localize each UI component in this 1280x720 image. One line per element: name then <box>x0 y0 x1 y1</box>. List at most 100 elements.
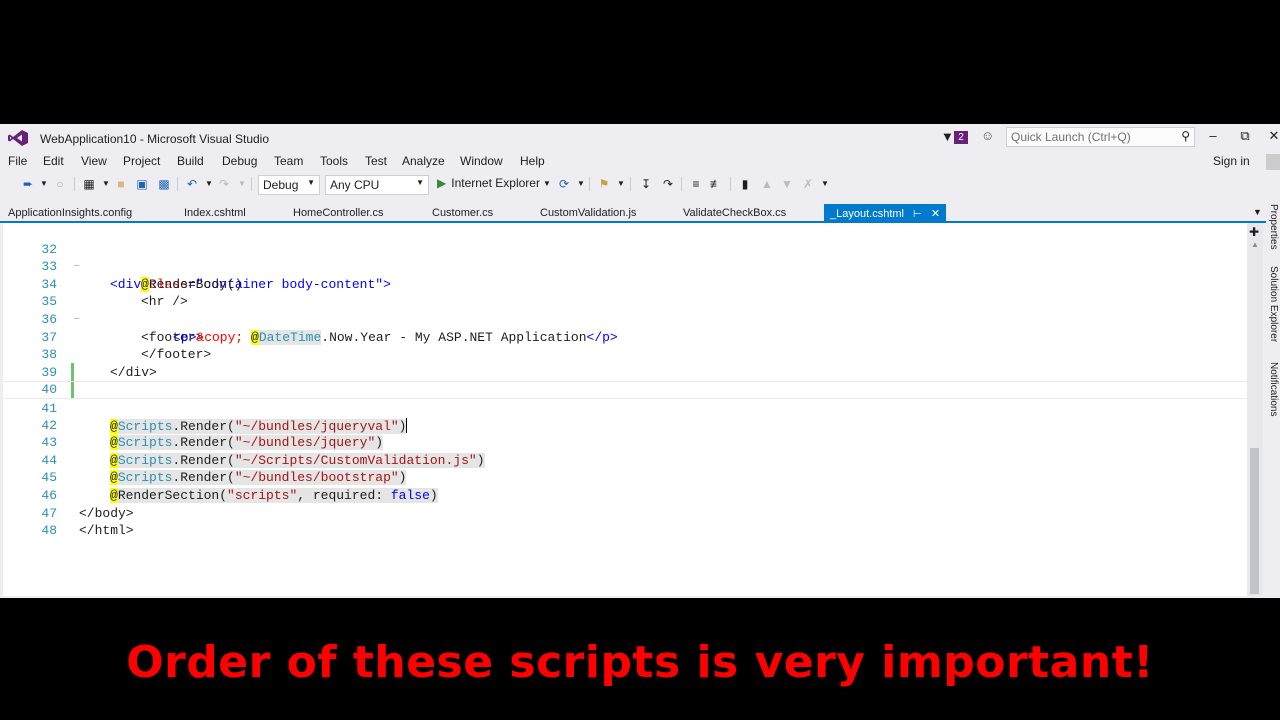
tab-homecontroller-cs[interactable]: HomeController.cs <box>293 204 383 221</box>
tab-applicationinsights-config[interactable]: ApplicationInsights.config <box>8 204 132 221</box>
menu-file[interactable]: File <box>8 154 27 168</box>
menu-project[interactable]: Project <box>123 154 160 168</box>
properties-tab[interactable]: Properties <box>1268 204 1279 250</box>
new-project-icon[interactable]: ▦ <box>81 176 97 192</box>
browser-link-icon[interactable]: ⚑ <box>596 176 612 192</box>
menu-build[interactable]: Build <box>177 154 204 168</box>
tab-label: ValidateCheckBox.cs <box>683 207 787 219</box>
undo-icon[interactable]: ↶ <box>184 176 200 192</box>
toolbar-separator <box>681 177 682 191</box>
configuration-select[interactable]: Debug ▼ <box>258 175 320 195</box>
browser-link-dropdown-icon[interactable]: ▼ <box>617 176 625 192</box>
menu-edit[interactable]: Edit <box>43 154 64 168</box>
toolbar-overflow-icon[interactable]: ▼ <box>821 176 829 192</box>
tab-label: Index.cshtml <box>184 207 246 219</box>
uncomment-lines-icon[interactable]: ≢ <box>708 176 724 192</box>
refresh-dropdown-icon[interactable]: ▼ <box>577 176 585 192</box>
next-bookmark-icon[interactable]: ▼ <box>779 176 795 192</box>
new-dropdown-icon[interactable]: ▼ <box>102 176 110 192</box>
redo-icon[interactable]: ↷ <box>216 176 232 192</box>
tab-validatecheckbox-cs[interactable]: ValidateCheckBox.cs <box>683 204 786 221</box>
solution-explorer-tab[interactable]: Solution Explorer <box>1268 266 1279 342</box>
chevron-down-icon: ▼ <box>307 178 315 187</box>
code-line: 48 <box>3 505 1247 538</box>
tab-label: Customer.cs <box>432 207 494 219</box>
menu-team[interactable]: Team <box>274 154 303 168</box>
code-line: 36 <p>&copy; @DateTime.Now.Year - My ASP… <box>3 293 1247 345</box>
navigate-forward-icon[interactable]: ○ <box>52 176 68 192</box>
code-line: 33 @RenderBody() <box>3 241 1247 292</box>
pin-tab-icon[interactable]: ⊢ <box>913 209 922 220</box>
menu-analyze[interactable]: Analyze <box>402 154 445 168</box>
sign-in-link[interactable]: Sign in <box>1213 154 1250 168</box>
code-line: 42 @Scripts.Render("~/bundles/jquery") <box>3 399 1247 451</box>
minimize-button[interactable]: – <box>1203 128 1223 146</box>
menu-tools[interactable]: Tools <box>320 154 348 168</box>
menu-view[interactable]: View <box>81 154 107 168</box>
close-tab-icon[interactable]: ✕ <box>931 208 940 220</box>
run-target-label: Internet Explorer <box>451 176 540 190</box>
refresh-icon[interactable]: ⟳ <box>556 176 572 192</box>
step-over-icon[interactable]: ↷ <box>660 176 676 192</box>
run-target-dropdown-icon[interactable]: ▼ <box>543 176 551 192</box>
code-line: 46 </body> <box>3 469 1247 521</box>
back-dropdown-icon[interactable]: ▼ <box>40 176 48 192</box>
split-window-icon[interactable]: ✚ <box>1249 225 1259 239</box>
undo-dropdown-icon[interactable]: ▼ <box>205 176 213 192</box>
code-line: 34 <hr /> <box>3 258 1247 310</box>
quick-launch-input[interactable]: Quick Launch (Ctrl+Q) ⚲ <box>1006 127 1195 147</box>
tab-customvalidation-js[interactable]: CustomValidation.js <box>540 204 636 221</box>
scroll-up-icon[interactable]: ▲ <box>1251 240 1259 249</box>
close-window-button[interactable]: ✕ <box>1264 128 1280 146</box>
menu-help[interactable]: Help <box>520 154 545 168</box>
tab-layout-cshtml[interactable]: _Layout.cshtml ⊢ ✕ <box>824 204 947 221</box>
restore-button[interactable]: ⧉ <box>1235 128 1255 146</box>
code-line: 38 </div> <box>3 329 1247 380</box>
navigate-back-icon[interactable]: ➨ <box>20 176 36 192</box>
notifications-tab[interactable]: Notifications <box>1268 362 1279 416</box>
notification-count-badge: 2 <box>954 131 968 144</box>
start-debugging-button[interactable]: ▶ Internet Explorer <box>437 176 540 192</box>
save-all-icon[interactable]: ▩ <box>156 176 172 192</box>
chevron-down-icon: ▼ <box>416 178 424 187</box>
tab-index-cshtml[interactable]: Index.cshtml <box>184 204 246 221</box>
feedback-icon[interactable]: ☺ <box>981 128 997 144</box>
code-line: 47 </html> <box>3 487 1247 539</box>
menu-debug[interactable]: Debug <box>222 154 257 168</box>
quick-launch-placeholder: Quick Launch (Ctrl+Q) <box>1011 130 1131 144</box>
bookmark-icon[interactable]: ▮ <box>737 176 753 192</box>
tab-customer-cs[interactable]: Customer.cs <box>432 204 493 221</box>
code-editor[interactable]: 32 ─ <div class="container body-content"… <box>3 223 1247 596</box>
toolbar-separator <box>177 177 178 191</box>
code-line: 35 ─ <footer> <box>3 276 1247 344</box>
open-file-icon[interactable]: ■ <box>113 176 129 192</box>
visual-studio-logo-icon <box>8 130 28 146</box>
editor-vertical-scrollbar[interactable]: ✚ ▲ <box>1247 223 1263 596</box>
document-tab-well: ApplicationInsights.config Index.cshtml … <box>0 204 1270 223</box>
tab-label: ApplicationInsights.config <box>8 207 133 219</box>
previous-bookmark-icon[interactable]: ▲ <box>759 176 775 192</box>
toolbar-separator <box>730 177 731 191</box>
redo-dropdown-icon[interactable]: ▼ <box>238 176 246 192</box>
menu-window[interactable]: Window <box>460 154 503 168</box>
platform-value: Any CPU <box>330 178 380 192</box>
menu-test[interactable]: Test <box>365 154 387 168</box>
platform-select[interactable]: Any CPU ▼ <box>325 175 429 195</box>
code-line: 37 </footer> <box>3 311 1247 363</box>
tab-label: CustomValidation.js <box>540 207 637 219</box>
account-icon[interactable] <box>1266 154 1280 170</box>
code-line: 40 <box>3 364 1247 397</box>
code-line: 39 <box>3 346 1247 380</box>
toolbar-separator <box>74 177 75 191</box>
tab-overflow-dropdown-icon[interactable]: ▼ <box>1253 207 1262 217</box>
side-panel-tabs: Properties Solution Explorer Notificatio… <box>1266 202 1280 598</box>
play-icon: ▶ <box>437 176 447 190</box>
clear-bookmarks-icon[interactable]: ✗ <box>800 176 816 192</box>
save-icon[interactable]: ▣ <box>134 176 150 192</box>
video-caption: Order of these scripts is very important… <box>126 637 1154 688</box>
step-into-icon[interactable]: ↧ <box>638 176 654 192</box>
tab-label: HomeController.cs <box>293 207 384 219</box>
notifications-button[interactable]: ▼ 2 <box>941 128 969 146</box>
scrollbar-thumb[interactable] <box>1250 448 1259 594</box>
comment-lines-icon[interactable]: ≡ <box>688 176 704 192</box>
